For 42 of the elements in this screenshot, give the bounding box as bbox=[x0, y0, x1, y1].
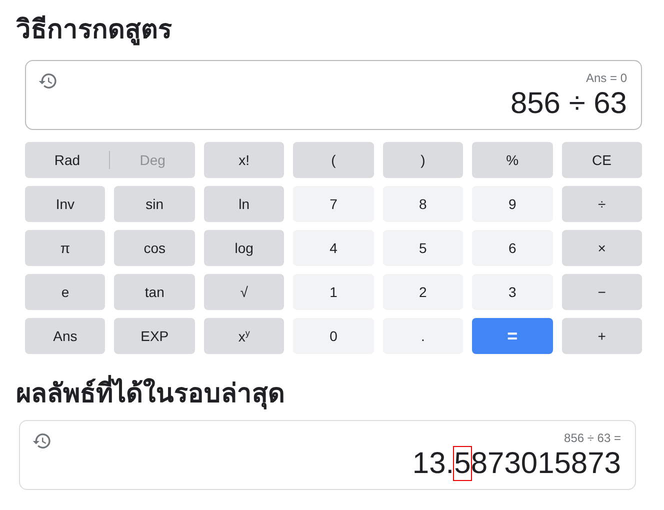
calculator-key[interactable]: ln bbox=[204, 186, 284, 222]
calculator-key[interactable]: ( bbox=[293, 142, 374, 178]
calculator-key[interactable]: . bbox=[382, 318, 464, 354]
calculator-key[interactable]: − bbox=[562, 274, 642, 310]
equals-key[interactable]: = bbox=[472, 318, 553, 354]
calculator-key[interactable]: √ bbox=[204, 274, 284, 310]
calculator-key[interactable]: e bbox=[25, 274, 106, 310]
calculator-key[interactable]: × bbox=[562, 230, 642, 266]
calculator-key[interactable]: x$^{y}$ bbox=[204, 318, 284, 354]
calculator-key[interactable]: 3 bbox=[472, 274, 553, 310]
calculator-key[interactable]: cos bbox=[114, 230, 195, 266]
calculator-key[interactable]: 4 bbox=[293, 230, 374, 266]
calculator-key[interactable]: Ans bbox=[25, 318, 106, 354]
calculator-key[interactable]: 1 bbox=[293, 274, 374, 310]
calculator-key[interactable]: π bbox=[25, 230, 106, 266]
history-icon[interactable] bbox=[38, 71, 58, 91]
calculator-key[interactable]: EXP bbox=[114, 318, 195, 354]
history-icon[interactable] bbox=[32, 431, 52, 451]
calculator-key[interactable]: sin bbox=[114, 186, 195, 222]
expression-label: 856 ÷ 63 = bbox=[564, 431, 621, 445]
expression-text: 856 ÷ 63 bbox=[510, 87, 627, 121]
memory-label: Ans = 0 bbox=[586, 71, 627, 85]
calculator-key[interactable]: 2 bbox=[382, 274, 464, 310]
calculator-key[interactable]: 5 bbox=[382, 230, 464, 266]
angle-mode-toggle[interactable]: Rad bbox=[25, 142, 110, 178]
calculator-key[interactable]: Inv bbox=[25, 186, 106, 222]
calculator-key[interactable]: 8 bbox=[382, 186, 464, 222]
calculator-key[interactable]: CE bbox=[562, 142, 642, 178]
calculator-key[interactable]: x! bbox=[204, 142, 284, 178]
calculator-key[interactable]: 7 bbox=[293, 186, 374, 222]
calculator-key[interactable]: ÷ bbox=[562, 186, 642, 222]
calculator-key[interactable]: % bbox=[472, 142, 553, 178]
result-text: 13.5873015873 bbox=[412, 447, 621, 481]
section-heading: ผลลัพธ์ที่ได้ในรอบล่าสุด bbox=[16, 374, 648, 412]
calculator-key[interactable]: 9 bbox=[472, 186, 553, 222]
calculator-key[interactable]: 0 bbox=[293, 318, 374, 354]
calculator-key[interactable]: tan bbox=[114, 274, 195, 310]
calculator-key[interactable]: 6 bbox=[472, 230, 553, 266]
section-heading: วิธีการกดสูตร bbox=[16, 13, 173, 48]
calculator-key[interactable]: + bbox=[562, 318, 642, 354]
calculator-key[interactable]: log bbox=[204, 230, 284, 266]
calculator-key[interactable]: ) bbox=[382, 142, 464, 178]
